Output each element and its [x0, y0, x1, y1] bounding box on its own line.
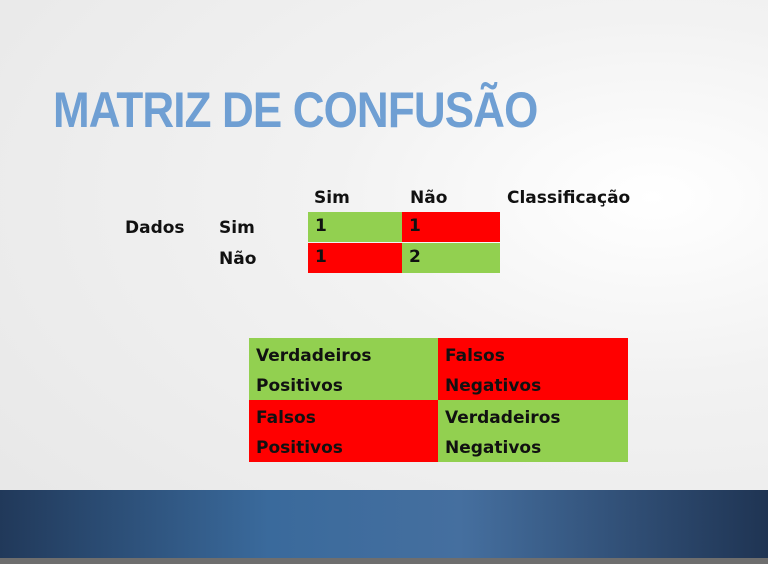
row-group-label-dados: Dados — [125, 218, 185, 238]
row-label-sim: Sim — [219, 218, 255, 238]
footer-edge — [0, 558, 768, 564]
legend-text: Positivos — [256, 438, 343, 458]
footer-band — [0, 490, 768, 558]
matrix-cell-nao-nao: 2 — [402, 243, 500, 273]
legend-text: Negativos — [445, 438, 542, 458]
legend-text: Falsos — [256, 408, 316, 428]
slide: MATRIZ DE CONFUSÃO Sim Não Classificação… — [0, 0, 768, 564]
legend-true-positives: Verdadeiros Positivos — [249, 338, 438, 400]
matrix-cell-sim-nao: 1 — [402, 212, 500, 242]
col-header-classificacao: Classificação — [507, 188, 631, 208]
legend-text: Positivos — [256, 376, 343, 396]
legend-false-negatives: Falsos Negativos — [438, 338, 628, 400]
row-label-nao: Não — [219, 249, 257, 269]
matrix-cell-sim-sim: 1 — [308, 212, 402, 242]
matrix-cell-nao-sim: 1 — [308, 243, 402, 273]
legend-false-positives: Falsos Positivos — [249, 400, 438, 462]
col-header-sim: Sim — [314, 188, 350, 208]
legend-text: Verdadeiros — [256, 346, 372, 366]
legend-true-negatives: Verdadeiros Negativos — [438, 400, 628, 462]
legend-text: Negativos — [445, 376, 542, 396]
col-header-nao: Não — [410, 188, 448, 208]
page-title: MATRIZ DE CONFUSÃO — [53, 82, 538, 138]
legend-text: Falsos — [445, 346, 505, 366]
legend-text: Verdadeiros — [445, 408, 561, 428]
